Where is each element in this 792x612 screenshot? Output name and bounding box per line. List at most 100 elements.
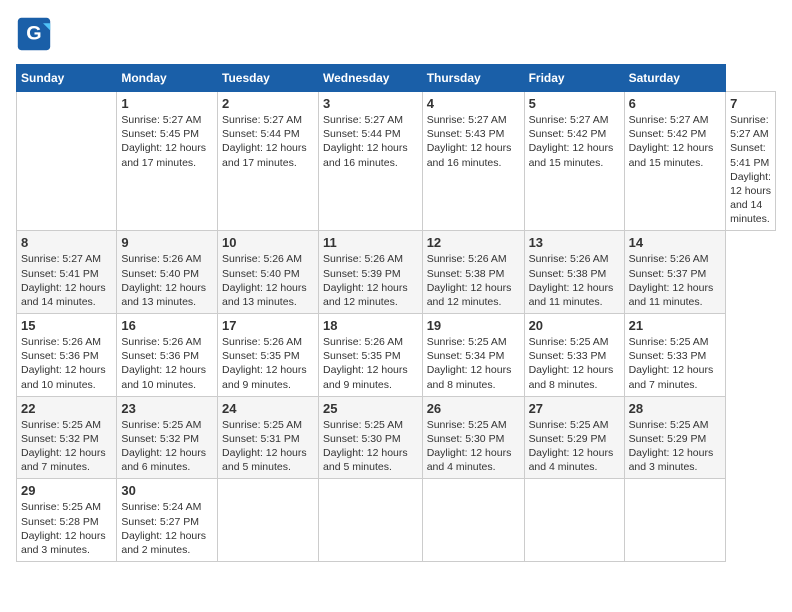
calendar-cell	[524, 479, 624, 562]
logo-icon: G	[16, 16, 52, 52]
day-number: 24	[222, 401, 314, 416]
col-header-friday: Friday	[524, 65, 624, 92]
calendar-cell: 21 Sunrise: 5:25 AMSunset: 5:33 PMDaylig…	[624, 314, 726, 397]
calendar-cell: 17 Sunrise: 5:26 AMSunset: 5:35 PMDaylig…	[218, 314, 319, 397]
day-number: 3	[323, 96, 418, 111]
day-number: 4	[427, 96, 520, 111]
day-info: Sunrise: 5:26 AMSunset: 5:40 PMDaylight:…	[222, 252, 314, 309]
day-number: 9	[121, 235, 213, 250]
day-number: 28	[629, 401, 722, 416]
col-header-wednesday: Wednesday	[319, 65, 423, 92]
calendar-cell: 15 Sunrise: 5:26 AMSunset: 5:36 PMDaylig…	[17, 314, 117, 397]
day-info: Sunrise: 5:26 AMSunset: 5:38 PMDaylight:…	[427, 252, 520, 309]
calendar-cell: 2 Sunrise: 5:27 AMSunset: 5:44 PMDayligh…	[218, 92, 319, 231]
day-number: 29	[21, 483, 112, 498]
day-number: 8	[21, 235, 112, 250]
day-number: 16	[121, 318, 213, 333]
day-info: Sunrise: 5:25 AMSunset: 5:31 PMDaylight:…	[222, 418, 314, 475]
day-info: Sunrise: 5:25 AMSunset: 5:32 PMDaylight:…	[21, 418, 112, 475]
calendar-cell: 8 Sunrise: 5:27 AMSunset: 5:41 PMDayligh…	[17, 231, 117, 314]
page-header: G	[16, 16, 776, 52]
calendar-cell: 5 Sunrise: 5:27 AMSunset: 5:42 PMDayligh…	[524, 92, 624, 231]
calendar-cell: 27 Sunrise: 5:25 AMSunset: 5:29 PMDaylig…	[524, 396, 624, 479]
day-info: Sunrise: 5:27 AMSunset: 5:42 PMDaylight:…	[529, 113, 620, 170]
day-info: Sunrise: 5:25 AMSunset: 5:30 PMDaylight:…	[427, 418, 520, 475]
day-info: Sunrise: 5:25 AMSunset: 5:28 PMDaylight:…	[21, 500, 112, 557]
day-info: Sunrise: 5:26 AMSunset: 5:38 PMDaylight:…	[529, 252, 620, 309]
calendar-cell: 7 Sunrise: 5:27 AMSunset: 5:41 PMDayligh…	[726, 92, 776, 231]
calendar-cell: 1 Sunrise: 5:27 AMSunset: 5:45 PMDayligh…	[117, 92, 218, 231]
day-number: 15	[21, 318, 112, 333]
calendar-cell: 4 Sunrise: 5:27 AMSunset: 5:43 PMDayligh…	[422, 92, 524, 231]
day-info: Sunrise: 5:27 AMSunset: 5:44 PMDaylight:…	[222, 113, 314, 170]
col-header-saturday: Saturday	[624, 65, 726, 92]
day-info: Sunrise: 5:25 AMSunset: 5:34 PMDaylight:…	[427, 335, 520, 392]
calendar-cell: 26 Sunrise: 5:25 AMSunset: 5:30 PMDaylig…	[422, 396, 524, 479]
calendar-cell	[218, 479, 319, 562]
day-info: Sunrise: 5:27 AMSunset: 5:43 PMDaylight:…	[427, 113, 520, 170]
day-info: Sunrise: 5:26 AMSunset: 5:39 PMDaylight:…	[323, 252, 418, 309]
day-info: Sunrise: 5:26 AMSunset: 5:36 PMDaylight:…	[121, 335, 213, 392]
day-number: 20	[529, 318, 620, 333]
calendar-cell: 20 Sunrise: 5:25 AMSunset: 5:33 PMDaylig…	[524, 314, 624, 397]
day-number: 2	[222, 96, 314, 111]
day-number: 14	[629, 235, 722, 250]
calendar-cell: 19 Sunrise: 5:25 AMSunset: 5:34 PMDaylig…	[422, 314, 524, 397]
day-info: Sunrise: 5:27 AMSunset: 5:42 PMDaylight:…	[629, 113, 722, 170]
col-header-monday: Monday	[117, 65, 218, 92]
logo: G	[16, 16, 58, 52]
calendar-cell: 10 Sunrise: 5:26 AMSunset: 5:40 PMDaylig…	[218, 231, 319, 314]
day-number: 18	[323, 318, 418, 333]
day-number: 12	[427, 235, 520, 250]
day-info: Sunrise: 5:25 AMSunset: 5:29 PMDaylight:…	[629, 418, 722, 475]
calendar-cell	[624, 479, 726, 562]
week-row-1: 1 Sunrise: 5:27 AMSunset: 5:45 PMDayligh…	[17, 92, 776, 231]
day-number: 30	[121, 483, 213, 498]
calendar-table: SundayMondayTuesdayWednesdayThursdayFrid…	[16, 64, 776, 562]
calendar-cell: 3 Sunrise: 5:27 AMSunset: 5:44 PMDayligh…	[319, 92, 423, 231]
week-row-2: 8 Sunrise: 5:27 AMSunset: 5:41 PMDayligh…	[17, 231, 776, 314]
day-number: 11	[323, 235, 418, 250]
day-number: 25	[323, 401, 418, 416]
col-header-sunday: Sunday	[17, 65, 117, 92]
day-info: Sunrise: 5:24 AMSunset: 5:27 PMDaylight:…	[121, 500, 213, 557]
empty-cell	[17, 92, 117, 231]
day-info: Sunrise: 5:26 AMSunset: 5:40 PMDaylight:…	[121, 252, 213, 309]
calendar-cell: 11 Sunrise: 5:26 AMSunset: 5:39 PMDaylig…	[319, 231, 423, 314]
day-info: Sunrise: 5:27 AMSunset: 5:41 PMDaylight:…	[730, 113, 771, 226]
day-number: 6	[629, 96, 722, 111]
calendar-cell: 22 Sunrise: 5:25 AMSunset: 5:32 PMDaylig…	[17, 396, 117, 479]
day-info: Sunrise: 5:25 AMSunset: 5:32 PMDaylight:…	[121, 418, 213, 475]
day-number: 13	[529, 235, 620, 250]
calendar-cell: 24 Sunrise: 5:25 AMSunset: 5:31 PMDaylig…	[218, 396, 319, 479]
col-header-thursday: Thursday	[422, 65, 524, 92]
calendar-cell: 18 Sunrise: 5:26 AMSunset: 5:35 PMDaylig…	[319, 314, 423, 397]
day-info: Sunrise: 5:25 AMSunset: 5:30 PMDaylight:…	[323, 418, 418, 475]
calendar-cell: 12 Sunrise: 5:26 AMSunset: 5:38 PMDaylig…	[422, 231, 524, 314]
calendar-cell: 29 Sunrise: 5:25 AMSunset: 5:28 PMDaylig…	[17, 479, 117, 562]
week-row-3: 15 Sunrise: 5:26 AMSunset: 5:36 PMDaylig…	[17, 314, 776, 397]
day-info: Sunrise: 5:25 AMSunset: 5:33 PMDaylight:…	[629, 335, 722, 392]
calendar-cell: 13 Sunrise: 5:26 AMSunset: 5:38 PMDaylig…	[524, 231, 624, 314]
day-number: 7	[730, 96, 771, 111]
day-number: 27	[529, 401, 620, 416]
day-number: 23	[121, 401, 213, 416]
calendar-cell: 23 Sunrise: 5:25 AMSunset: 5:32 PMDaylig…	[117, 396, 218, 479]
day-number: 19	[427, 318, 520, 333]
day-info: Sunrise: 5:26 AMSunset: 5:35 PMDaylight:…	[323, 335, 418, 392]
col-header-tuesday: Tuesday	[218, 65, 319, 92]
day-number: 17	[222, 318, 314, 333]
day-number: 21	[629, 318, 722, 333]
day-info: Sunrise: 5:27 AMSunset: 5:45 PMDaylight:…	[121, 113, 213, 170]
calendar-cell: 28 Sunrise: 5:25 AMSunset: 5:29 PMDaylig…	[624, 396, 726, 479]
day-info: Sunrise: 5:26 AMSunset: 5:36 PMDaylight:…	[21, 335, 112, 392]
day-number: 1	[121, 96, 213, 111]
day-info: Sunrise: 5:26 AMSunset: 5:35 PMDaylight:…	[222, 335, 314, 392]
day-info: Sunrise: 5:25 AMSunset: 5:29 PMDaylight:…	[529, 418, 620, 475]
calendar-cell: 30 Sunrise: 5:24 AMSunset: 5:27 PMDaylig…	[117, 479, 218, 562]
calendar-cell: 16 Sunrise: 5:26 AMSunset: 5:36 PMDaylig…	[117, 314, 218, 397]
day-info: Sunrise: 5:26 AMSunset: 5:37 PMDaylight:…	[629, 252, 722, 309]
week-row-5: 29 Sunrise: 5:25 AMSunset: 5:28 PMDaylig…	[17, 479, 776, 562]
day-number: 10	[222, 235, 314, 250]
day-info: Sunrise: 5:27 AMSunset: 5:41 PMDaylight:…	[21, 252, 112, 309]
